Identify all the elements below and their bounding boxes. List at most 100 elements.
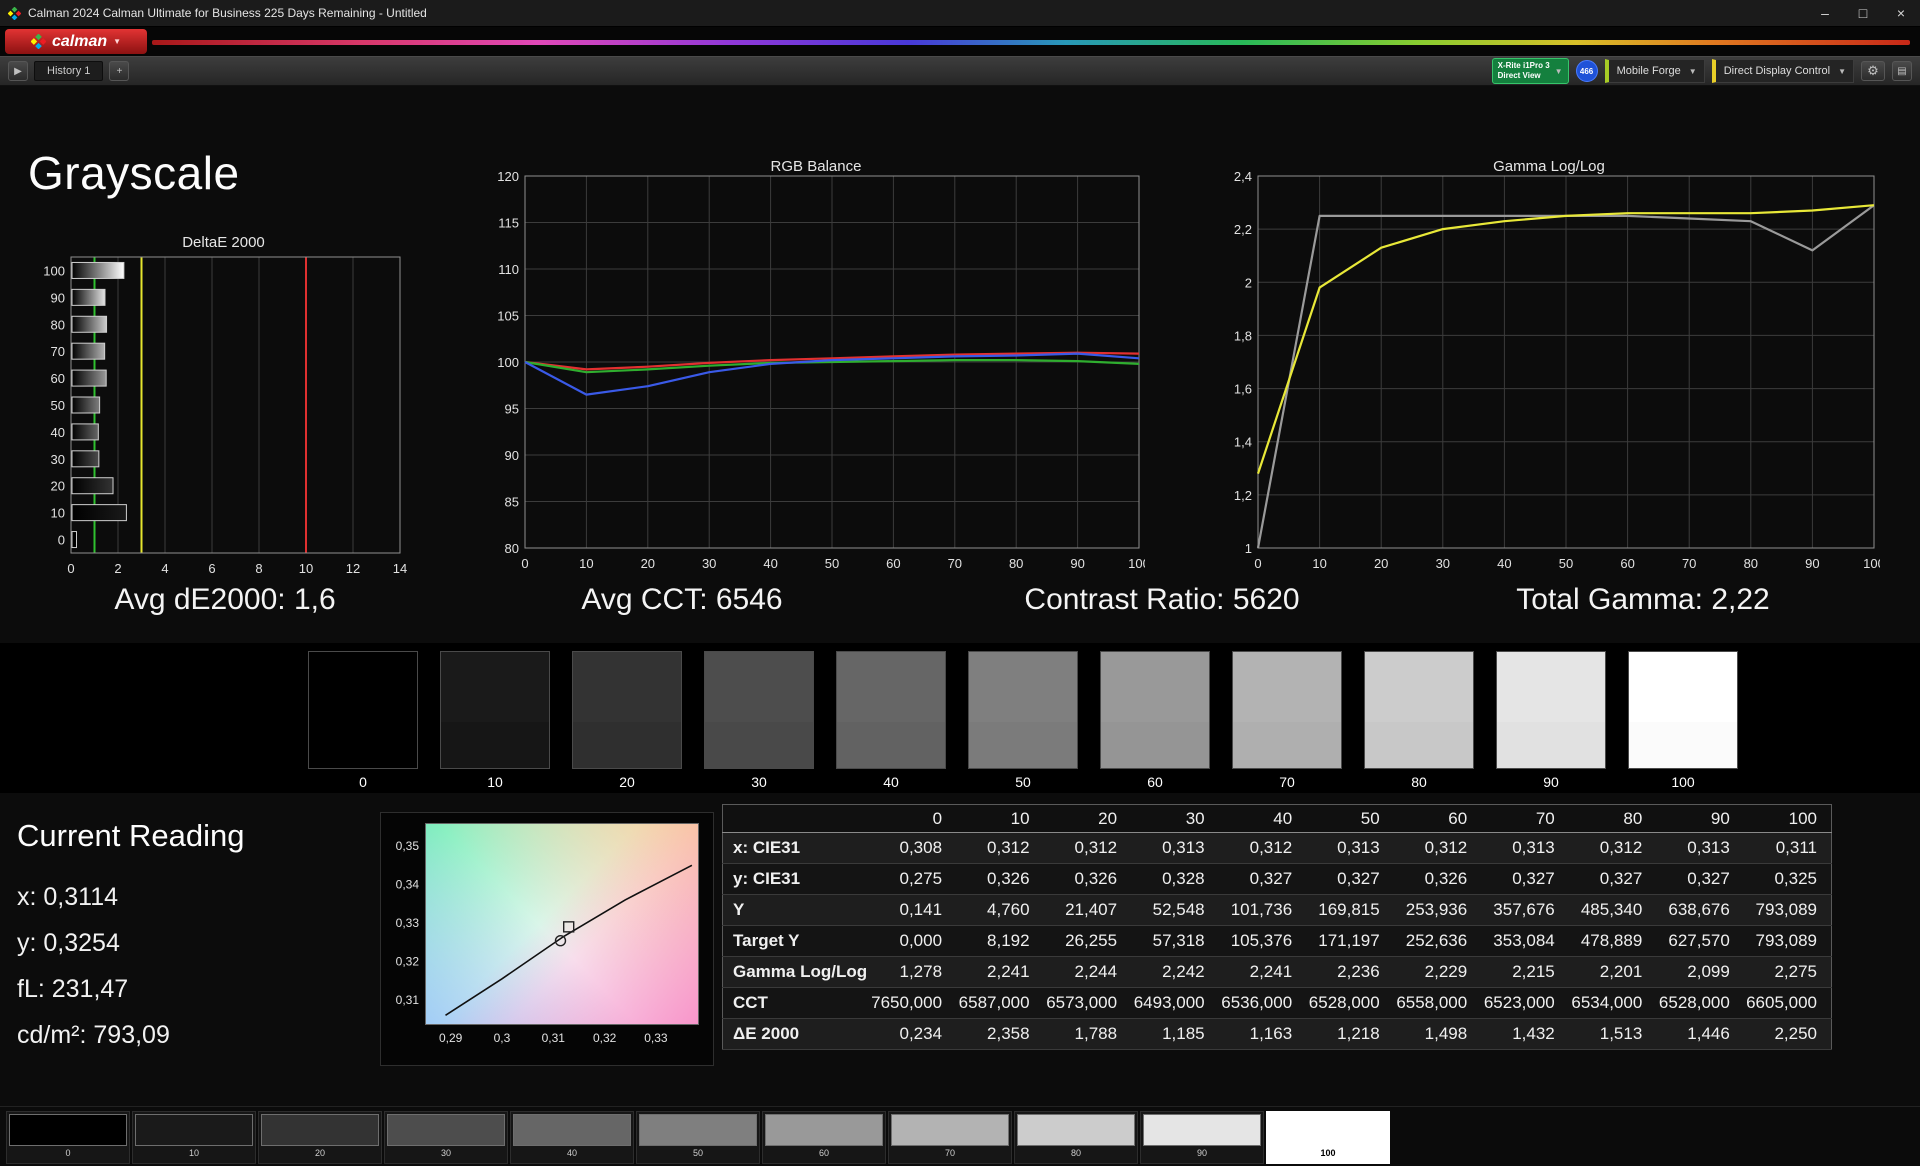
table-cell: 2,275 xyxy=(1774,962,1817,981)
minimize-button[interactable]: – xyxy=(1806,0,1844,26)
level-patch-0[interactable]: 0 xyxy=(6,1111,130,1164)
svg-text:110: 110 xyxy=(498,262,519,277)
table-cell: 2,358 xyxy=(987,1024,1030,1043)
table-cell: 1,278 xyxy=(899,962,943,981)
gray-swatch-90: 90 xyxy=(1496,651,1606,790)
calman-logo-menu[interactable]: calman ▼ xyxy=(5,29,147,54)
row-label: ΔE 2000 xyxy=(733,1024,800,1043)
svg-text:90: 90 xyxy=(505,448,519,463)
svg-text:0,34: 0,34 xyxy=(396,878,420,892)
svg-text:0,31: 0,31 xyxy=(396,993,420,1007)
meter-dropdown[interactable]: X-Rite i1Pro 3 Direct View ▼ xyxy=(1491,58,1569,84)
svg-text:90: 90 xyxy=(1070,556,1084,571)
svg-text:0,32: 0,32 xyxy=(396,954,420,968)
svg-text:90: 90 xyxy=(1805,556,1819,571)
svg-text:20: 20 xyxy=(1374,556,1388,571)
display-control-dropdown[interactable]: Direct Display Control ▼ xyxy=(1711,59,1854,83)
table-cell: 2,241 xyxy=(987,962,1030,981)
svg-text:60: 60 xyxy=(1620,556,1634,571)
gray-swatch-30: 30 xyxy=(704,651,814,790)
svg-text:14: 14 xyxy=(393,561,407,576)
table-cell: 2,215 xyxy=(1512,962,1555,981)
table-cell: 171,197 xyxy=(1318,931,1380,950)
row-label: Target Y xyxy=(733,931,800,950)
table-cell: 0,000 xyxy=(899,931,943,950)
row-label: y: CIE31 xyxy=(733,869,801,888)
table-cell: 1,163 xyxy=(1249,1024,1293,1043)
close-button[interactable]: × xyxy=(1882,0,1920,26)
svg-text:80: 80 xyxy=(505,541,519,556)
level-patch-70[interactable]: 70 xyxy=(888,1111,1012,1164)
level-patch-100[interactable]: 100 xyxy=(1266,1111,1390,1164)
table-cell: 0,312 xyxy=(1599,838,1643,857)
display-control-label: Direct Display Control xyxy=(1723,65,1831,77)
table-cell: 0,326 xyxy=(1424,869,1468,888)
level-patch-90[interactable]: 90 xyxy=(1140,1111,1264,1164)
reading-y: y: 0,3254 xyxy=(17,929,120,957)
row-label: Y xyxy=(733,900,745,919)
level-patch-10[interactable]: 10 xyxy=(132,1111,256,1164)
table-cell: 6493,000 xyxy=(1133,993,1205,1012)
table-cell: 6587,000 xyxy=(958,993,1030,1012)
table-cell: 2,229 xyxy=(1424,962,1468,981)
maximize-button[interactable]: □ xyxy=(1844,0,1882,26)
add-history-tab-button[interactable]: + xyxy=(109,61,130,81)
svg-text:0,33: 0,33 xyxy=(396,916,420,930)
svg-text:100: 100 xyxy=(1128,556,1145,571)
rgb-balance-chart: 0 10 20 30 40 50 60 70 80 90 100 80 85 90 95 100 105 110 1… xyxy=(487,169,1150,583)
table-cell: 0,327 xyxy=(1687,869,1730,888)
table-cell: 0,327 xyxy=(1249,869,1293,888)
svg-text:100: 100 xyxy=(43,263,65,278)
column-header: 10 xyxy=(956,804,1044,833)
level-patch-40[interactable]: 40 xyxy=(510,1111,634,1164)
table-cell: 0,311 xyxy=(1775,838,1817,857)
table-cell: 0,312 xyxy=(1249,838,1293,857)
calman-logo-text: calman xyxy=(51,32,108,50)
tab-history-1[interactable]: History 1 xyxy=(34,61,104,81)
svg-text:30: 30 xyxy=(1436,556,1450,571)
svg-text:4: 4 xyxy=(161,561,168,576)
table-cell: 0,327 xyxy=(1599,869,1643,888)
level-patch-20[interactable]: 20 xyxy=(258,1111,382,1164)
level-patch-30[interactable]: 30 xyxy=(384,1111,508,1164)
total-gamma-stat: Total Gamma: 2,22 xyxy=(1516,583,1770,616)
gray-swatch-80: 80 xyxy=(1364,651,1474,790)
table-header-row: 0 10 20 30 40 50 60 70 80 90 100 xyxy=(722,804,1832,833)
svg-text:0: 0 xyxy=(521,556,528,571)
table-cell: 1,218 xyxy=(1337,1024,1380,1043)
source-dropdown[interactable]: Mobile Forge ▼ xyxy=(1604,59,1705,83)
table-cell: 2,241 xyxy=(1249,962,1293,981)
table-cell: 2,236 xyxy=(1337,962,1380,981)
level-patch-60[interactable]: 60 xyxy=(762,1111,886,1164)
table-cell: 0,326 xyxy=(1074,869,1118,888)
table-cell: 0,312 xyxy=(1424,838,1468,857)
svg-text:1,2: 1,2 xyxy=(1234,488,1252,503)
settings-gear-button[interactable]: ⚙ xyxy=(1861,61,1885,81)
history-expand-button[interactable]: ▶ xyxy=(8,61,28,81)
table-cell: 7650,000 xyxy=(871,993,943,1012)
meter-count-badge: 466 xyxy=(1575,60,1598,82)
side-panel-button[interactable]: ▤ xyxy=(1892,61,1912,81)
table-cell: 2,242 xyxy=(1162,962,1205,981)
svg-text:80: 80 xyxy=(1744,556,1758,571)
table-cell: 253,936 xyxy=(1405,900,1468,919)
swatch-row: 0 10 20 30 40 50 60 70 80 90 100 xyxy=(308,651,1738,790)
level-patch-50[interactable]: 50 xyxy=(636,1111,760,1164)
table-cell: 478,889 xyxy=(1580,931,1643,950)
table-cell: 1,185 xyxy=(1162,1024,1205,1043)
svg-text:50: 50 xyxy=(825,556,839,571)
window-controls: – □ × xyxy=(1806,0,1920,26)
table-cell: 793,089 xyxy=(1755,900,1817,919)
svg-text:6: 6 xyxy=(208,561,215,576)
table-cell: 0,234 xyxy=(899,1024,943,1043)
table-cell: 101,736 xyxy=(1230,900,1293,919)
column-header: 70 xyxy=(1481,804,1569,833)
level-patch-row: 0 10 20 30 40 50 60 70 80 90 100 xyxy=(6,1111,1390,1164)
gray-swatch-10: 10 xyxy=(440,651,550,790)
svg-text:40: 40 xyxy=(1497,556,1511,571)
table-cell: 52,548 xyxy=(1152,900,1205,919)
table-cell: 0,327 xyxy=(1337,869,1380,888)
toolbar: ▶ History 1 + X-Rite i1Pro 3 Direct View… xyxy=(0,56,1920,86)
level-patch-80[interactable]: 80 xyxy=(1014,1111,1138,1164)
svg-text:105: 105 xyxy=(497,309,519,324)
